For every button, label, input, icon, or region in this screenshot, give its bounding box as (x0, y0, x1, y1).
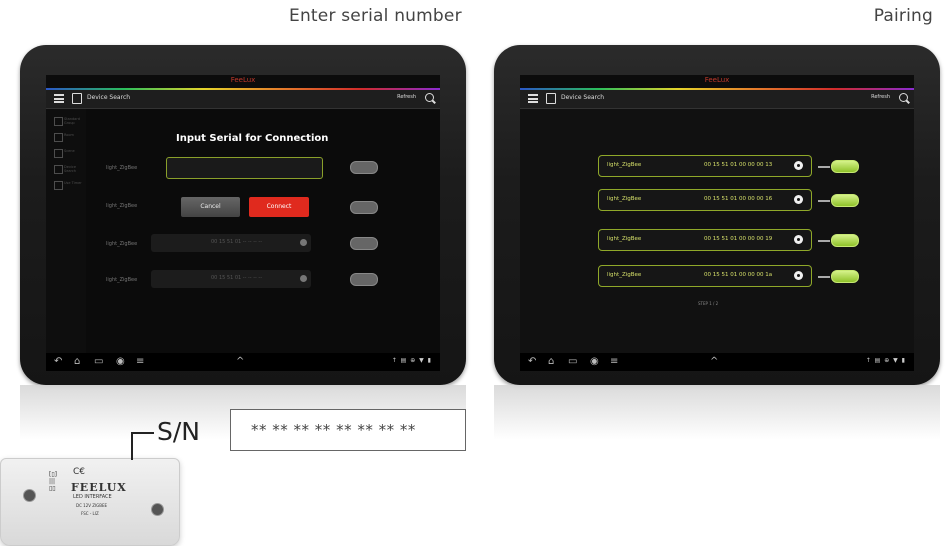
app-bar-title: Device Search (87, 94, 131, 101)
search-icon[interactable] (899, 93, 908, 102)
system-line: FeeLux (520, 75, 914, 89)
device-serial: 00 15 51 01 00 00 00 1a (704, 272, 773, 278)
screenshot-icon[interactable]: ◉ (590, 356, 599, 368)
connector-line (818, 200, 830, 202)
device-brand: FEELUX (71, 481, 127, 494)
device-name: light_ZigBee (607, 162, 642, 168)
pair-toggle[interactable] (350, 273, 378, 286)
refresh-button[interactable]: Refresh (397, 94, 416, 100)
connector-line (818, 276, 830, 278)
device-serial: 00 15 51 01 -- -- -- -- (211, 239, 263, 245)
screw-icon (151, 503, 164, 516)
device-row[interactable]: 00 15 51 01 -- -- -- -- (151, 234, 311, 252)
device-name: light_ZigBee (106, 277, 138, 283)
screenshot-icon[interactable]: ◉ (116, 356, 125, 368)
device-name: light_ZigBee (607, 196, 642, 202)
android-nav-bar: ↶ ⌂ ▭ ◉ ≡ ^ ↑ ▤ ⊕ ▼ ▮ (520, 353, 914, 371)
device-name: light_ZigBee (106, 241, 138, 247)
menu-icon[interactable] (54, 94, 64, 103)
menu-lines-icon[interactable]: ≡ (610, 356, 618, 368)
refresh-button[interactable]: Refresh (871, 94, 890, 100)
serial-input[interactable] (166, 157, 323, 179)
device-name: light_ZigBee (106, 165, 138, 171)
device-type: LED INTERFACE (73, 494, 112, 500)
app-brand: FeeLux (704, 76, 730, 84)
device-icon (546, 93, 556, 104)
device-row[interactable]: light_ZigBee 00 15 51 01 00 00 00 19 (598, 229, 812, 251)
menu-icon[interactable] (528, 94, 538, 103)
pair-toggle[interactable] (350, 161, 378, 174)
device-serial: 00 15 51 01 -- -- -- -- (211, 275, 263, 281)
pair-toggle[interactable] (831, 160, 859, 173)
pair-toggle[interactable] (831, 270, 859, 283)
app-bar-title: Device Search (561, 94, 605, 101)
step-indicator: STEP 1 / 2 (698, 301, 719, 306)
led-interface-device: [▯] ||| ▯▯ C€ FEELUX LED INTERFACE DC 12… (0, 458, 180, 546)
caption-enter-serial: Enter serial number (289, 6, 462, 26)
tablet-screen-left: FeeLux Device Search Refresh Standard Gr… (46, 75, 440, 371)
device-row[interactable]: light_ZigBee 00 15 51 01 00 00 00 1a (598, 265, 812, 287)
tablet-reflection-right (494, 385, 940, 440)
device-row[interactable]: light_ZigBee 00 15 51 01 00 00 00 13 (598, 155, 812, 177)
recent-apps-icon[interactable]: ▭ (568, 356, 577, 368)
device-icon (72, 93, 82, 104)
pair-toggle[interactable] (350, 237, 378, 250)
pair-toggle[interactable] (831, 234, 859, 247)
sn-value: ** ** ** ** ** ** ** ** (251, 421, 416, 439)
tablet-right: FeeLux Device Search Refresh light_ZigBe… (494, 45, 940, 385)
dialog-overlay (46, 109, 440, 353)
connector-line (818, 240, 830, 242)
home-icon[interactable]: ⌂ (548, 356, 554, 368)
ce-mark: C€ (73, 467, 86, 477)
system-line: FeeLux (46, 75, 440, 89)
cancel-button[interactable]: Cancel (181, 197, 240, 217)
chevron-up-icon[interactable]: ^ (710, 356, 718, 368)
home-icon[interactable]: ⌂ (74, 356, 80, 368)
back-icon[interactable]: ↶ (54, 356, 62, 368)
device-name: light_ZigBee (106, 203, 138, 209)
device-serial: 00 15 51 01 00 00 00 19 (704, 236, 773, 242)
status-icons: ↑ ▤ ⊕ ▼ ▮ (391, 357, 432, 364)
menu-lines-icon[interactable]: ≡ (136, 356, 144, 368)
device-serial: 00 15 51 01 00 00 00 16 (704, 196, 773, 202)
device-row[interactable]: 00 15 51 01 -- -- -- -- (151, 270, 311, 288)
app-brand: FeeLux (230, 76, 256, 84)
search-icon[interactable] (425, 93, 434, 102)
android-nav-bar: ↶ ⌂ ▭ ◉ ≡ ^ ↑ ▤ ⊕ ▼ ▮ (46, 353, 440, 371)
gear-icon[interactable] (794, 161, 803, 170)
status-icons: ↑ ▤ ⊕ ▼ ▮ (865, 357, 906, 364)
sn-box: ** ** ** ** ** ** ** ** (230, 409, 466, 451)
gear-icon[interactable] (300, 275, 307, 282)
gear-icon[interactable] (794, 195, 803, 204)
app-bar: Device Search Refresh (46, 90, 440, 109)
sn-pointer-line (131, 432, 133, 460)
device-serial: 00 15 51 01 00 00 00 13 (704, 162, 773, 168)
sn-pointer-line (131, 432, 154, 434)
gear-icon[interactable] (300, 239, 307, 246)
chevron-up-icon[interactable]: ^ (236, 356, 244, 368)
connector-line (818, 166, 830, 168)
pair-toggle[interactable] (350, 201, 378, 214)
screw-icon (23, 489, 36, 502)
back-icon[interactable]: ↶ (528, 356, 536, 368)
compliance-symbols: [▯] ||| ▯▯ (49, 471, 57, 492)
tablet-left: FeeLux Device Search Refresh Standard Gr… (20, 45, 466, 385)
recent-apps-icon[interactable]: ▭ (94, 356, 103, 368)
device-name: light_ZigBee (607, 272, 642, 278)
connect-button[interactable]: Connect (249, 197, 309, 217)
gear-icon[interactable] (794, 271, 803, 280)
gear-icon[interactable] (794, 235, 803, 244)
dialog-title: Input Serial for Connection (176, 133, 329, 144)
device-model: FSC - LIZ (81, 511, 99, 516)
caption-pairing: Pairing (873, 6, 933, 26)
device-spec: DC 12V ZIGBEE (76, 503, 108, 508)
pair-toggle[interactable] (831, 194, 859, 207)
device-row[interactable]: light_ZigBee 00 15 51 01 00 00 00 16 (598, 189, 812, 211)
device-name: light_ZigBee (607, 236, 642, 242)
app-bar: Device Search Refresh (520, 90, 914, 109)
tablet-screen-right: FeeLux Device Search Refresh light_ZigBe… (520, 75, 914, 371)
sn-label: S/N (157, 417, 200, 446)
